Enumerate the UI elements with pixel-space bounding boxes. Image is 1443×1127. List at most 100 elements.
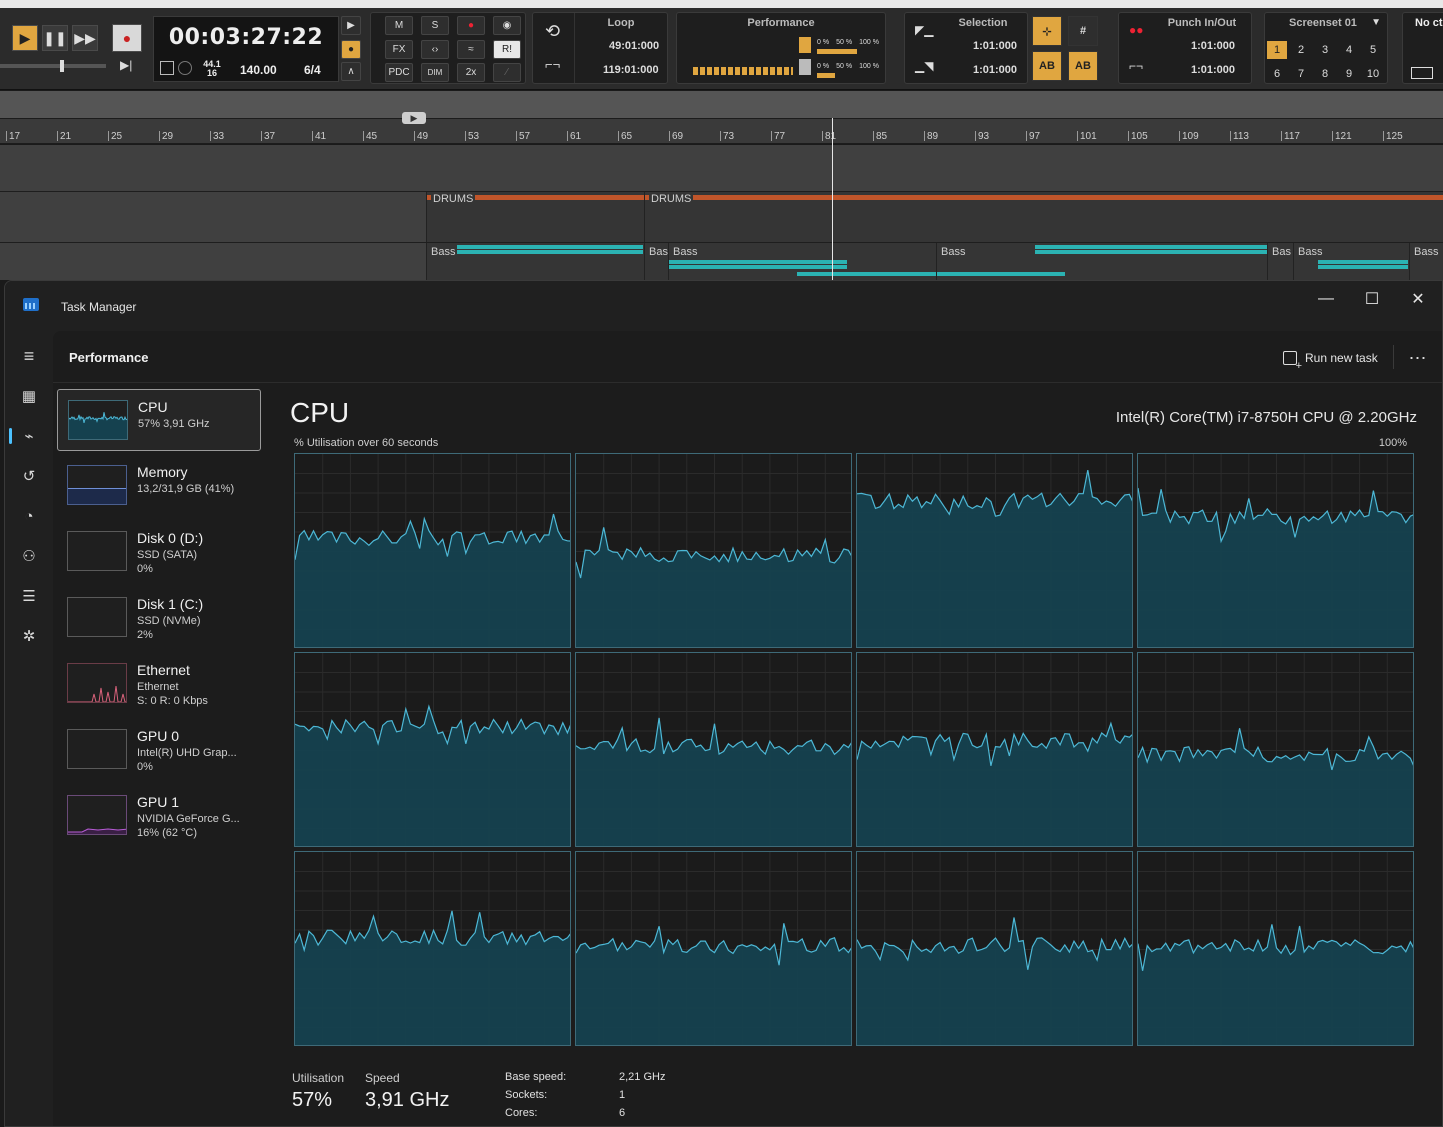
run-new-task-button[interactable]: Run new task	[1277, 343, 1384, 373]
grid-icon[interactable]: #	[1068, 16, 1098, 46]
dim-button[interactable]: DIM	[421, 63, 449, 82]
link-icon[interactable]: ‹›	[421, 40, 449, 59]
close-button[interactable]: ✕	[1395, 285, 1441, 313]
mute-button[interactable]: M	[385, 16, 413, 35]
read-all-button[interactable]: R!	[493, 40, 521, 59]
position-slider[interactable]	[0, 60, 106, 72]
resource-item-ethernet[interactable]: Ethernet Ethernet S: 0 R: 0 Kbps	[57, 653, 261, 715]
selection-to-icon[interactable]: ▁◥	[915, 59, 933, 73]
drums-clip[interactable]: DRUMS	[644, 192, 1443, 242]
record-button[interactable]: ●	[112, 24, 142, 52]
monitor-icon[interactable]: ◉	[493, 16, 521, 35]
automation-icon[interactable]: ≈	[457, 40, 485, 59]
ab-add-icon[interactable]: AB	[1068, 51, 1098, 81]
drums-clip[interactable]: DRUMS	[426, 192, 645, 242]
resource-detail: SSD (NVMe)	[137, 615, 201, 627]
selection-end[interactable]: 1:01:000	[973, 64, 1017, 76]
ruler-tick-label: 45	[362, 131, 378, 142]
transport-clock: 00:03:27:22 44.1 16 140.00 6/4	[153, 16, 339, 82]
arm-icon[interactable]: ●	[457, 16, 485, 35]
speed-label: Speed	[365, 1071, 400, 1085]
loop-start-marker[interactable]: ▶	[402, 112, 426, 124]
play-button[interactable]: ▶	[12, 25, 38, 51]
playhead[interactable]	[832, 118, 833, 280]
fx-button[interactable]: FX	[385, 40, 413, 59]
utilisation-label: Utilisation	[292, 1071, 345, 1085]
loop-set-icon[interactable]: ⌐¬	[545, 57, 560, 72]
fast-forward-button[interactable]: ▶▶	[72, 25, 98, 51]
services-icon[interactable]: ✲	[17, 624, 41, 648]
details-icon[interactable]: ☰	[17, 584, 41, 608]
click-off-icon[interactable]	[178, 61, 192, 75]
resource-list: CPU 57% 3,91 GHz Memory 13,2/31,9 GB (41%) D…	[57, 389, 263, 851]
users-icon[interactable]: ⚇	[17, 544, 41, 568]
screenset-dropdown-icon[interactable]: ▼	[1371, 17, 1381, 28]
loop-start[interactable]: 49:01:000	[609, 40, 659, 52]
record-mode-button[interactable]: ●	[341, 40, 361, 59]
screenset-button[interactable]: 6	[1267, 65, 1287, 83]
bass-clip[interactable]: Bas	[644, 243, 668, 280]
resource-item-gpu[interactable]: GPU 0 Intel(R) UHD Grap... 0%	[57, 719, 261, 781]
solo-button[interactable]: S	[421, 16, 449, 35]
punch-set-icon[interactable]: ⌐¬	[1129, 59, 1143, 73]
resource-item-memory[interactable]: Memory 13,2/31,9 GB (41%)	[57, 455, 261, 517]
bass-clip[interactable]: Bas	[1267, 243, 1293, 280]
list-view-icon[interactable]	[1411, 67, 1433, 79]
punch-end[interactable]: 1:01:000	[1191, 64, 1235, 76]
startup-apps-icon[interactable]: ◔	[17, 504, 41, 528]
hamburger-menu-icon[interactable]: ≡	[17, 344, 41, 368]
processes-icon[interactable]: ▦	[17, 384, 41, 408]
pause-button[interactable]: ❚❚	[42, 25, 68, 51]
bass-clip[interactable]: Bass	[426, 243, 644, 280]
more-options-icon[interactable]: ⋯	[1403, 343, 1433, 373]
logical-processor-graphs[interactable]	[294, 453, 1416, 1046]
ab-compare-icon[interactable]: AB	[1032, 51, 1062, 81]
bass-clip[interactable]: Bass	[1409, 243, 1443, 280]
screenset-button[interactable]: 10	[1363, 65, 1383, 83]
write-off-icon[interactable]: ⁄	[493, 63, 521, 82]
screenset-title[interactable]: Screenset 01	[1259, 17, 1387, 29]
screenset-button[interactable]: 3	[1315, 41, 1335, 59]
timeline-ruler[interactable]: 17 21 25 29 33 37 41 45 49 53 57 61 65 69 73 77 81 85 89 93…	[0, 118, 1443, 144]
screenset-button[interactable]: 4	[1339, 41, 1359, 59]
app-history-icon[interactable]: ↺	[17, 464, 41, 488]
resource-detail: 0%	[137, 563, 153, 575]
resource-item-disk[interactable]: Disk 1 (C:) SSD (NVMe) 2%	[57, 587, 261, 649]
play-preroll-button[interactable]: ▶	[341, 16, 361, 35]
resource-detail: 0%	[137, 761, 153, 773]
cpu-core-graph	[856, 453, 1133, 648]
punch-start[interactable]: 1:01:000	[1191, 40, 1235, 52]
snap-icon[interactable]: ⊹	[1032, 16, 1062, 46]
cores-value: 6	[619, 1107, 626, 1119]
clock-meter[interactable]: 6/4	[304, 63, 321, 77]
goto-end-icon[interactable]: ▶|	[120, 58, 132, 72]
clock-tempo[interactable]: 140.00	[240, 63, 277, 77]
screenset-button[interactable]: 5	[1363, 41, 1383, 59]
resource-item-gpu[interactable]: GPU 1 NVIDIA GeForce G... 16% (62 °C)	[57, 785, 261, 847]
sync-icon[interactable]	[160, 61, 174, 75]
screenset-button[interactable]: 7	[1291, 65, 1311, 83]
punch-record-icon[interactable]: ●●	[1129, 23, 1144, 37]
pdc-button[interactable]: PDC	[385, 63, 413, 82]
selection-start[interactable]: 1:01:000	[973, 40, 1017, 52]
loop-toggle-icon[interactable]: ⟲	[545, 21, 560, 42]
minimize-button[interactable]: —	[1303, 285, 1349, 313]
screenset-button[interactable]: 8	[1315, 65, 1335, 83]
screenset-button[interactable]: 2	[1291, 41, 1311, 59]
bass-clip[interactable]: Bass	[668, 243, 937, 280]
selection-from-icon[interactable]: ◤▁	[915, 23, 933, 37]
performance-icon[interactable]: ⌁	[17, 424, 41, 448]
track-area: DRUMS DRUMS Bass Bas Bass Bass Bas Bass …	[0, 145, 1443, 280]
title-bar[interactable]: Task Manager — ☐ ✕	[5, 281, 1442, 331]
screenset-button[interactable]: 9	[1339, 65, 1359, 83]
screenset-button[interactable]: 1	[1267, 41, 1287, 59]
resource-item-disk[interactable]: Disk 0 (D:) SSD (SATA) 0%	[57, 521, 261, 583]
double-speed-button[interactable]: 2x	[457, 63, 485, 82]
resource-item-cpu[interactable]: CPU 57% 3,91 GHz	[57, 389, 261, 451]
loop-end[interactable]: 119:01:000	[603, 64, 659, 76]
metronome-icon[interactable]: ∧	[341, 62, 361, 81]
maximize-button[interactable]: ☐	[1349, 285, 1395, 313]
bass-clip[interactable]: Bass	[1293, 243, 1409, 280]
bass-clip[interactable]: Bass	[936, 243, 1267, 280]
cpu-core-graph	[1137, 652, 1414, 847]
